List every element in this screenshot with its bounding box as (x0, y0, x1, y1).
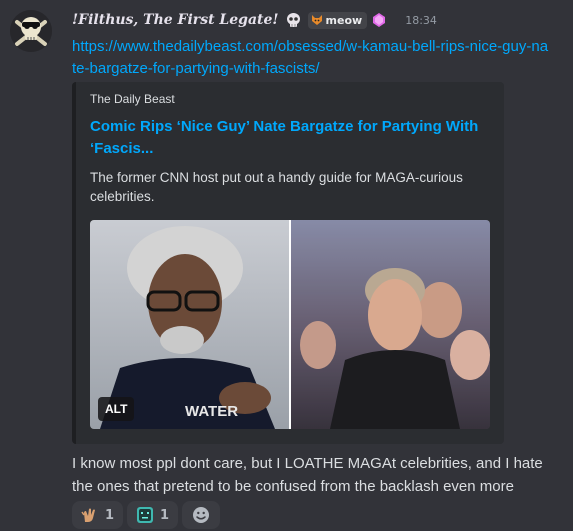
server-tag[interactable]: meow (307, 11, 368, 29)
embed-provider[interactable]: The Daily Beast (90, 92, 175, 106)
add-reaction-smiley-icon (193, 507, 210, 523)
author-name[interactable]: !Filthus, The First Legate! (72, 12, 279, 28)
timestamp[interactable]: 18:34 (405, 14, 437, 27)
embed-description: The former CNN host put out a handy guid… (90, 170, 463, 204)
embed-title[interactable]: Comic Rips ‘Nice Guy’ Nate Bargatze for … (90, 116, 490, 160)
reactions-bar: 1 1 (72, 501, 221, 529)
reaction-count: 1 (105, 507, 115, 523)
server-tag-label: meow (325, 13, 363, 27)
article-photo: WATER (90, 220, 490, 429)
add-reaction-button[interactable] (182, 501, 221, 529)
reaction-clapping-hands[interactable]: 1 (72, 501, 124, 529)
skull-crossbones-avatar-icon (10, 10, 52, 52)
author-avatar[interactable] (10, 10, 52, 52)
article-link[interactable]: https://www.thedailybeast.com/obsessed/w… (72, 36, 552, 80)
message-header: !Filthus, The First Legate! meow 18:34 (72, 9, 437, 31)
skull-icon (286, 12, 300, 27)
clapping-hands-emoji (81, 508, 95, 522)
gem-icon[interactable] (373, 13, 386, 27)
reaction-count: 1 (160, 507, 170, 523)
embed-image[interactable]: WATER ALT (90, 220, 490, 429)
message-text: I know most ppl dont care, but I LOATHE … (72, 455, 543, 495)
reaction-monitor-face[interactable]: 1 (127, 501, 179, 529)
svg-text:WATER: WATER (185, 403, 238, 420)
monitor-face-emoji (137, 507, 154, 523)
fox-tag-icon (311, 15, 322, 25)
alt-text-button[interactable]: ALT (98, 397, 135, 421)
link-embed: The Daily Beast Comic Rips ‘Nice Guy’ Na… (72, 82, 504, 444)
